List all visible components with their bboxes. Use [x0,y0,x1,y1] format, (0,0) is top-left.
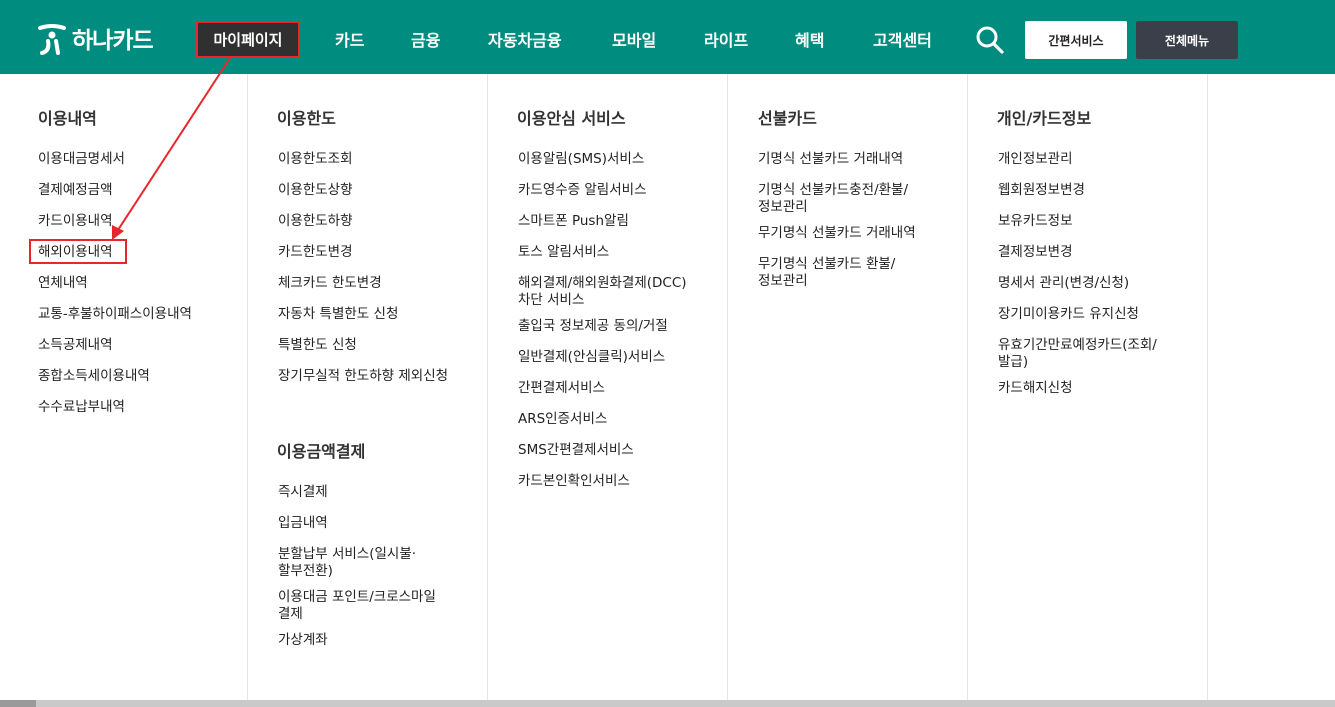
menu-item[interactable]: 장기무실적 한도하향 제외신청 [278,368,448,385]
menu-item[interactable]: 카드이용내역 [38,213,113,230]
menu-item[interactable]: 즉시결제 [278,484,328,501]
menu-item[interactable]: 연체내역 [38,275,88,292]
menu-item-continued[interactable]: 차단 서비스 [518,292,584,309]
menu-item-continued[interactable]: 발급) [998,354,1028,371]
section-title: 이용내역 [38,109,97,128]
highlight-box [29,239,127,264]
menu-item[interactable]: 개인정보관리 [998,151,1073,168]
global-nav-bar: 하나카드 마이페이지 카드 금융 자동차금융 모바일 라이프 혜택 고객센터 간… [0,0,1335,74]
all-menu-button[interactable]: 전체메뉴 [1136,21,1238,59]
menu-item[interactable]: 이용알림(SMS)서비스 [518,151,644,168]
nav-customer-center[interactable]: 고객센터 [873,27,932,51]
menu-item[interactable]: SMS간편결제서비스 [518,442,634,459]
section-title: 이용한도 [277,109,336,128]
menu-item[interactable]: 스마트폰 Push알림 [518,213,629,230]
menu-item[interactable]: 결제정보변경 [998,244,1073,261]
menu-item[interactable]: ARS인증서비스 [518,411,607,428]
section-title: 이용안심 서비스 [517,109,626,128]
menu-item-continued[interactable]: 정보관리 [758,273,808,290]
menu-item[interactable]: 체크카드 한도변경 [278,275,382,292]
menu-item[interactable]: 이용한도조회 [278,151,353,168]
horizontal-scrollbar-track[interactable] [0,700,1335,707]
menu-item-continued[interactable]: 결제 [278,606,303,623]
menu-item[interactable]: 토스 알림서비스 [518,244,609,261]
hana-card-logo[interactable]: 하나카드 [38,20,154,56]
menu-item[interactable]: 이용대금명세서 [38,151,125,168]
menu-item[interactable]: 가상계좌 [278,632,328,649]
menu-item-continued[interactable]: 정보관리 [758,199,808,216]
horizontal-scrollbar-thumb[interactable] [0,700,36,707]
menu-item[interactable]: 카드해지신청 [998,380,1073,397]
mega-menu: 이용내역 이용대금명세서 결제예정금액 카드이용내역 해외이용내역 연체내역 교… [0,74,1335,700]
menu-item[interactable]: 카드본인확인서비스 [518,473,630,490]
menu-item[interactable]: 이용한도상향 [278,182,353,199]
menu-item[interactable]: 결제예정금액 [38,182,113,199]
menu-item[interactable]: 명세서 관리(변경/신청) [998,275,1129,292]
menu-item[interactable]: 수수료납부내역 [38,399,125,416]
menu-item[interactable]: 소득공제내역 [38,337,113,354]
menu-item[interactable]: 교통-후불하이패스이용내역 [38,306,192,323]
menu-item[interactable]: 종합소득세이용내역 [38,368,150,385]
menu-column-limit: 이용한도 이용한도조회 이용한도상향 이용한도하향 카드한도변경 체크카드 한도… [248,74,488,700]
nav-life[interactable]: 라이프 [704,27,748,51]
menu-item[interactable]: 무기명식 선불카드 거래내역 [758,225,916,242]
menu-item[interactable]: 기명식 선불카드 거래내역 [758,151,903,168]
quick-service-button[interactable]: 간편서비스 [1025,21,1127,59]
menu-column-prepaid-card: 선불카드 기명식 선불카드 거래내역 기명식 선불카드충전/환불/ 정보관리 무… [728,74,968,700]
menu-item[interactable]: 카드한도변경 [278,244,353,261]
nav-benefits[interactable]: 혜택 [795,27,824,51]
menu-item[interactable]: 기명식 선불카드충전/환불/ [758,182,908,199]
menu-item[interactable]: 이용한도하향 [278,213,353,230]
nav-auto-finance[interactable]: 자동차금융 [488,27,562,51]
menu-column-usage-history: 이용내역 이용대금명세서 결제예정금액 카드이용내역 해외이용내역 연체내역 교… [0,74,248,700]
menu-item[interactable]: 자동차 특별한도 신청 [278,306,398,323]
menu-item[interactable]: 일반결제(안심클릭)서비스 [518,349,665,366]
section-title: 선불카드 [758,109,817,128]
logo-text: 하나카드 [72,28,154,54]
menu-item[interactable]: 웹회원정보변경 [998,182,1085,199]
search-button[interactable] [974,24,1006,56]
menu-item[interactable]: 해외결제/해외원화결제(DCC) [518,275,687,292]
menu-item[interactable]: 보유카드정보 [998,213,1073,230]
menu-item[interactable]: 이용대금 포인트/크로스마일 [278,589,436,606]
menu-item[interactable]: 유효기간만료예정카드(조회/ [998,337,1157,354]
nav-mypage[interactable]: 마이페이지 [196,21,300,58]
section-title: 개인/카드정보 [997,109,1092,128]
menu-item[interactable]: 무기명식 선불카드 환불/ [758,256,895,273]
menu-item[interactable]: 간편결제서비스 [518,380,605,397]
menu-column-personal-card-info: 개인/카드정보 개인정보관리 웹회원정보변경 보유카드정보 결제정보변경 명세서… [968,74,1208,700]
menu-item[interactable]: 분할납부 서비스(일시불· [278,546,416,563]
menu-item-continued[interactable]: 할부전환) [278,563,333,580]
menu-item[interactable]: 특별한도 신청 [278,337,357,354]
menu-item[interactable]: 장기미이용카드 유지신청 [998,306,1139,323]
nav-mobile[interactable]: 모바일 [612,27,656,51]
menu-item[interactable]: 입금내역 [278,515,328,532]
menu-column-safe-service: 이용안심 서비스 이용알림(SMS)서비스 카드영수증 알림서비스 스마트폰 P… [488,74,728,700]
menu-item[interactable]: 카드영수증 알림서비스 [518,182,647,199]
search-icon [976,26,1004,54]
nav-card[interactable]: 카드 [335,27,364,51]
hana-logo-icon [38,21,66,55]
menu-item[interactable]: 출입국 정보제공 동의/거절 [518,318,668,335]
section-title: 이용금액결제 [277,442,366,461]
nav-finance[interactable]: 금융 [411,27,440,51]
